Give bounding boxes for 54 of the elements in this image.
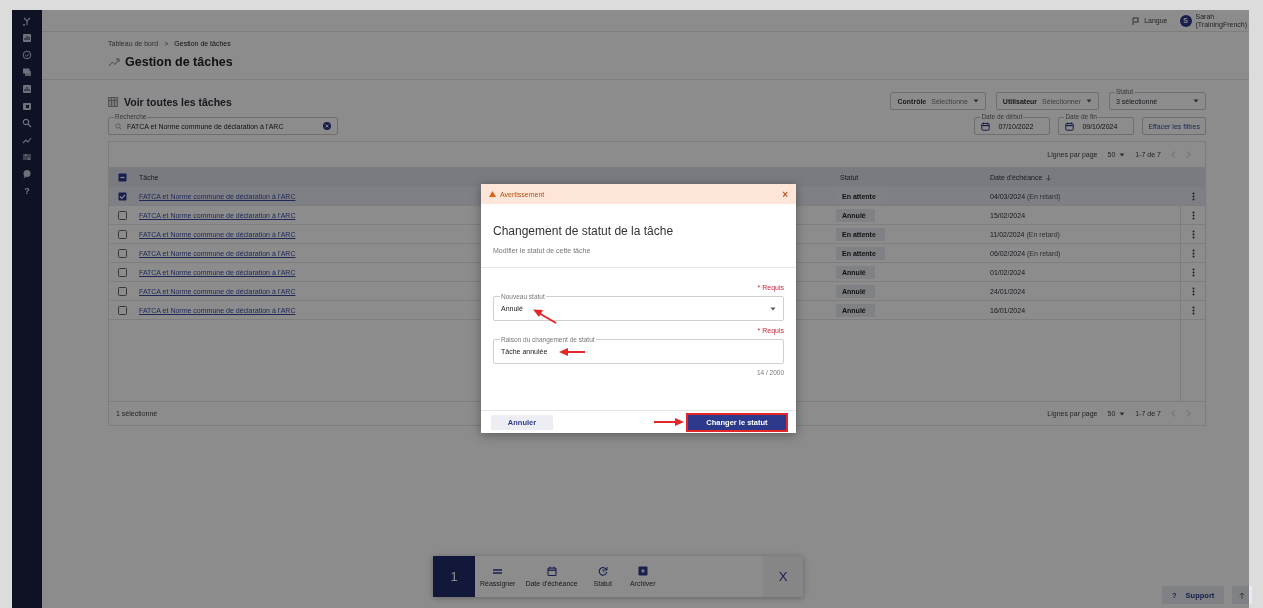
- more-icon[interactable]: [1191, 229, 1195, 239]
- dialog-title: Changement de statut de la tâche: [493, 224, 675, 238]
- caret-icon: [770, 306, 776, 311]
- chat-bubble-icon[interactable]: [22, 169, 32, 179]
- sort-down-icon: [1046, 174, 1052, 181]
- more-icon[interactable]: [1191, 248, 1195, 258]
- more-icon[interactable]: [1191, 286, 1195, 296]
- close-button[interactable]: X: [763, 556, 803, 597]
- more-icon[interactable]: [1191, 210, 1195, 220]
- section-title: Voir toutes les tâches: [124, 96, 232, 108]
- help-icon[interactable]: ?: [24, 186, 30, 197]
- annotation-arrow: [558, 346, 586, 358]
- caret-icon: [972, 99, 979, 103]
- arrow-up-icon: [1239, 591, 1246, 599]
- checkbox[interactable]: [118, 286, 127, 296]
- checkbox[interactable]: [118, 305, 127, 315]
- checkbox[interactable]: [118, 229, 127, 239]
- archive-box-icon: [637, 566, 648, 576]
- caret-icon: [1086, 99, 1092, 103]
- checkbox[interactable]: [118, 248, 127, 258]
- clear-icon[interactable]: [323, 121, 331, 130]
- close-button[interactable]: ×: [782, 188, 788, 200]
- checkbox[interactable]: [118, 267, 127, 277]
- check-circle-icon[interactable]: [22, 50, 32, 60]
- chart-box-icon[interactable]: [22, 84, 32, 94]
- flag-icon: [1132, 16, 1141, 25]
- trend-icon: [108, 57, 120, 67]
- calendar-icon: [546, 566, 557, 576]
- sliders-icon[interactable]: [22, 152, 32, 162]
- equals-icon: [492, 566, 504, 576]
- trend-icon[interactable]: [22, 135, 32, 145]
- more-icon[interactable]: [1191, 305, 1195, 315]
- chat-icon[interactable]: [22, 67, 32, 77]
- checkbox[interactable]: [118, 173, 127, 182]
- caret-icon: [1119, 152, 1126, 157]
- warning-icon: [489, 191, 496, 197]
- annotation-arrow: [654, 418, 684, 426]
- selected-count: 1: [433, 556, 475, 597]
- dashboard-icon[interactable]: [22, 33, 32, 43]
- caret-icon: [1119, 411, 1126, 416]
- page-title: Gestion de tâches: [125, 55, 233, 69]
- search-icon: [115, 122, 122, 130]
- search-icon[interactable]: [22, 118, 32, 128]
- checkbox[interactable]: [118, 210, 127, 220]
- caret-icon: [1193, 99, 1199, 103]
- refresh-clock-icon: [597, 566, 608, 576]
- grid-icon: [108, 97, 118, 107]
- logo-icon: [22, 16, 32, 26]
- scroll-top-button[interactable]: [1232, 586, 1253, 604]
- calendar-icon: [1065, 121, 1075, 131]
- checkbox[interactable]: [118, 191, 127, 201]
- calendar-icon: [981, 121, 991, 131]
- more-icon[interactable]: [1191, 267, 1195, 277]
- more-icon[interactable]: [1191, 191, 1195, 201]
